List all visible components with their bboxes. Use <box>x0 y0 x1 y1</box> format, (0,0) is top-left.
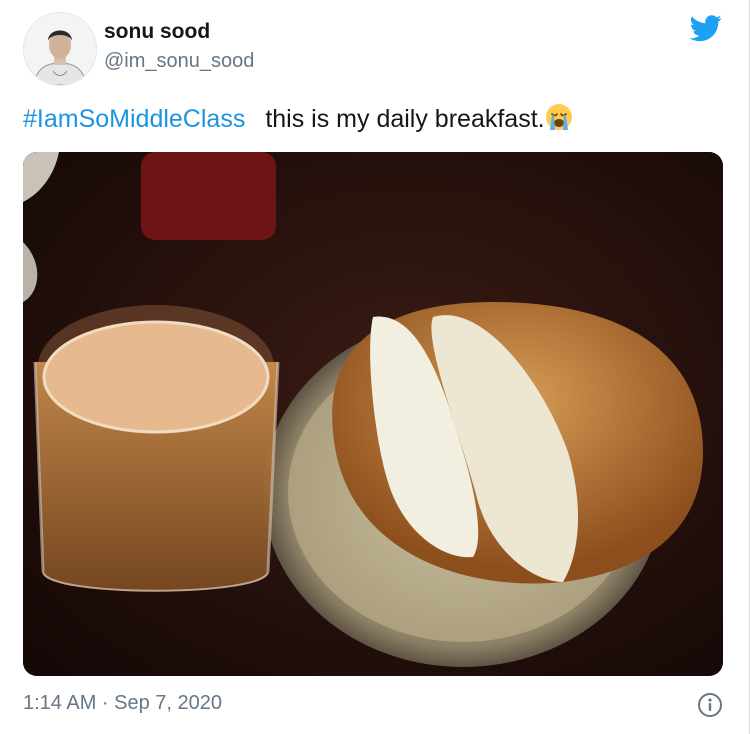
twitter-bird-icon[interactable] <box>688 12 724 44</box>
tweet-timestamp[interactable]: 1:14 AM · Sep 7, 2020 <box>23 692 222 715</box>
tweet-body-text: this is my daily breakfast. <box>265 105 545 133</box>
info-icon[interactable] <box>697 692 723 718</box>
avatar[interactable] <box>23 12 97 86</box>
tweet-text: #IamSoMiddleClass this is my daily breakf… <box>23 103 573 138</box>
user-handle[interactable]: @im_sonu_sood <box>104 50 254 73</box>
tweet-card: sonu sood @im_sonu_sood #IamSoMiddleClas… <box>0 0 750 734</box>
display-name[interactable]: sonu sood <box>104 20 210 44</box>
hashtag-link[interactable]: #IamSoMiddleClass <box>23 105 245 133</box>
loudly-crying-face-emoji-icon <box>545 103 573 138</box>
tweet-photo[interactable] <box>23 152 723 676</box>
